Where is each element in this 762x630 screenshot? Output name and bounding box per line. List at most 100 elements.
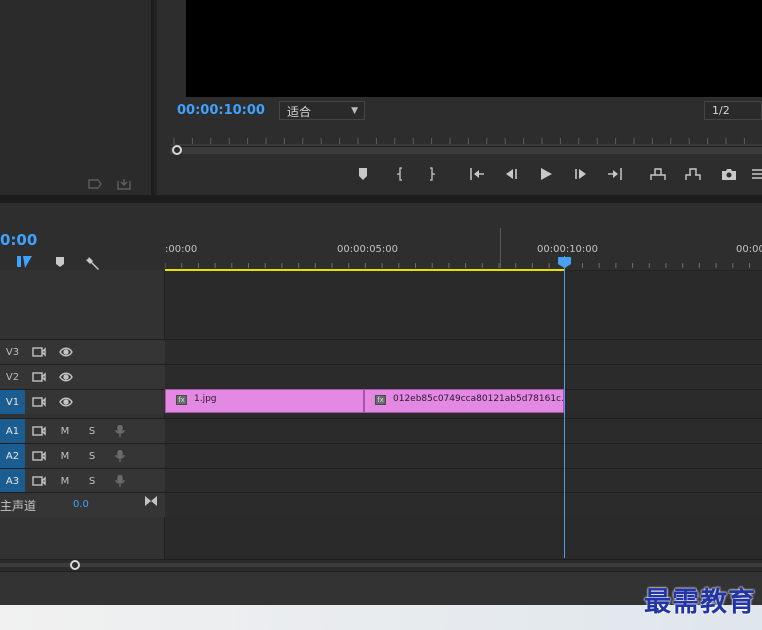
marker-icon (359, 168, 367, 180)
monitor-time-ruler[interactable] (170, 130, 762, 146)
ruler-label: 00:00:10:00 (537, 244, 599, 255)
solo-button[interactable]: S (84, 474, 100, 488)
solo-button[interactable]: S (84, 424, 100, 438)
track-header: A1 M S (0, 419, 165, 443)
sync-lock-icon[interactable] (31, 474, 47, 488)
sync-lock-icon[interactable] (31, 395, 47, 409)
timeline-ruler[interactable]: :00:00 00:00:05:00 00:00:10:00 00:00 (165, 230, 762, 270)
track-header: V1 (0, 390, 165, 414)
track-header: V3 (0, 340, 165, 364)
solo-button[interactable]: S (84, 449, 100, 463)
track-row-v2: V2 (0, 364, 762, 389)
watermark-logo: 最需教育 (644, 587, 756, 618)
chevron-down-icon: ▼ (351, 106, 358, 116)
track-lane[interactable] (165, 419, 762, 443)
track-row-a3: A3 M S (0, 468, 762, 493)
step-forward-button[interactable] (572, 166, 590, 182)
track-header: A2 M S (0, 444, 165, 468)
monitor-playhead-handle[interactable] (172, 145, 182, 155)
master-track-label: 主声道 (0, 499, 37, 513)
track-label[interactable]: A1 (0, 419, 25, 443)
eye-icon[interactable] (58, 395, 74, 409)
microphone-icon[interactable] (112, 474, 128, 488)
microphone-icon[interactable] (112, 449, 128, 463)
track-row-a1: A1 M S (0, 418, 762, 443)
lift-icon (650, 168, 666, 180)
eye-icon[interactable] (58, 370, 74, 384)
go-to-in-button[interactable] (468, 166, 486, 182)
mark-out-icon (430, 167, 435, 181)
play-button[interactable] (537, 166, 555, 182)
bowtie-icon[interactable] (144, 495, 158, 510)
mark-out-button[interactable] (423, 166, 441, 182)
track-lane[interactable] (165, 365, 762, 389)
track-label[interactable]: A2 (0, 444, 25, 468)
clip-name: 012eb85c0749cca80121ab5d78161c.png (393, 394, 564, 404)
go-to-out-button[interactable] (606, 166, 624, 182)
step-back-button[interactable] (502, 166, 520, 182)
clip[interactable]: fx 012eb85c0749cca80121ab5d78161c.png (364, 389, 564, 413)
fx-badge-icon: fx (176, 395, 187, 405)
more-icon (752, 169, 762, 179)
master-volume-value[interactable]: 0.0 (73, 499, 89, 510)
mark-in-icon (397, 167, 402, 181)
track-header: V2 (0, 365, 165, 389)
mute-button[interactable]: M (57, 449, 73, 463)
snap-icon (17, 256, 32, 268)
overwrite-icon[interactable] (116, 178, 132, 193)
sync-lock-icon[interactable] (31, 345, 47, 359)
microphone-icon[interactable] (112, 424, 128, 438)
track-row-v3: V3 (0, 339, 762, 364)
ruler-ticks (165, 263, 750, 268)
program-timecode[interactable]: 00:00:10:00 (177, 103, 265, 118)
step-back-icon (506, 169, 517, 179)
track-lane[interactable] (165, 444, 762, 468)
ruler-label: 00:00 (736, 244, 762, 255)
clip[interactable]: fx 1.jpg (165, 389, 364, 413)
insert-icon[interactable] (88, 178, 104, 193)
play-icon (541, 168, 552, 180)
add-marker-button[interactable] (354, 166, 372, 182)
eye-icon[interactable] (58, 345, 74, 359)
mark-in-button[interactable] (391, 166, 409, 182)
mute-button[interactable]: M (57, 424, 73, 438)
wrench-icon (86, 257, 99, 270)
export-frame-button[interactable] (720, 166, 738, 182)
ruler-divider (500, 228, 501, 268)
resolution-select-value: 1/2 (712, 104, 730, 117)
track-label[interactable]: A3 (0, 469, 25, 493)
zoom-select[interactable]: 适合 ▼ (279, 101, 365, 120)
timeline-scroll-track[interactable] (0, 563, 762, 567)
playhead-line[interactable] (564, 256, 565, 558)
resolution-select[interactable]: 1/2 (704, 101, 762, 120)
track-label[interactable]: V3 (0, 340, 25, 364)
extract-button[interactable] (684, 166, 702, 182)
timeline-scroll-handle[interactable] (70, 560, 80, 570)
mute-button[interactable]: M (57, 474, 73, 488)
step-forward-icon (575, 169, 586, 179)
track-lane[interactable] (165, 340, 762, 364)
left-panel (0, 0, 154, 195)
sync-lock-icon[interactable] (31, 370, 47, 384)
track-lane[interactable] (165, 469, 762, 493)
monitor-scrollbar[interactable] (170, 146, 762, 154)
ruler-label: :00:00 (165, 244, 198, 255)
master-track-lane[interactable] (165, 492, 762, 517)
sequence-timecode[interactable]: 0:00 (0, 231, 37, 249)
camera-icon (722, 169, 736, 180)
go-to-in-icon (470, 168, 484, 180)
fx-badge-icon: fx (375, 395, 386, 405)
zoom-select-value: 适合 (287, 105, 312, 119)
ruler-label: 00:00:05:00 (337, 244, 399, 255)
clip-name: 1.jpg (194, 394, 217, 404)
sync-lock-icon[interactable] (31, 424, 47, 438)
track-label[interactable]: V1 (0, 390, 25, 414)
lift-button[interactable] (649, 166, 667, 182)
button-editor-button[interactable] (750, 166, 762, 182)
track-label[interactable]: V2 (0, 365, 25, 389)
panel-divider[interactable] (0, 195, 762, 203)
extract-icon (685, 168, 701, 180)
sync-lock-icon[interactable] (31, 449, 47, 463)
track-row-a2: A2 M S (0, 443, 762, 468)
track-header: A3 M S (0, 469, 165, 493)
